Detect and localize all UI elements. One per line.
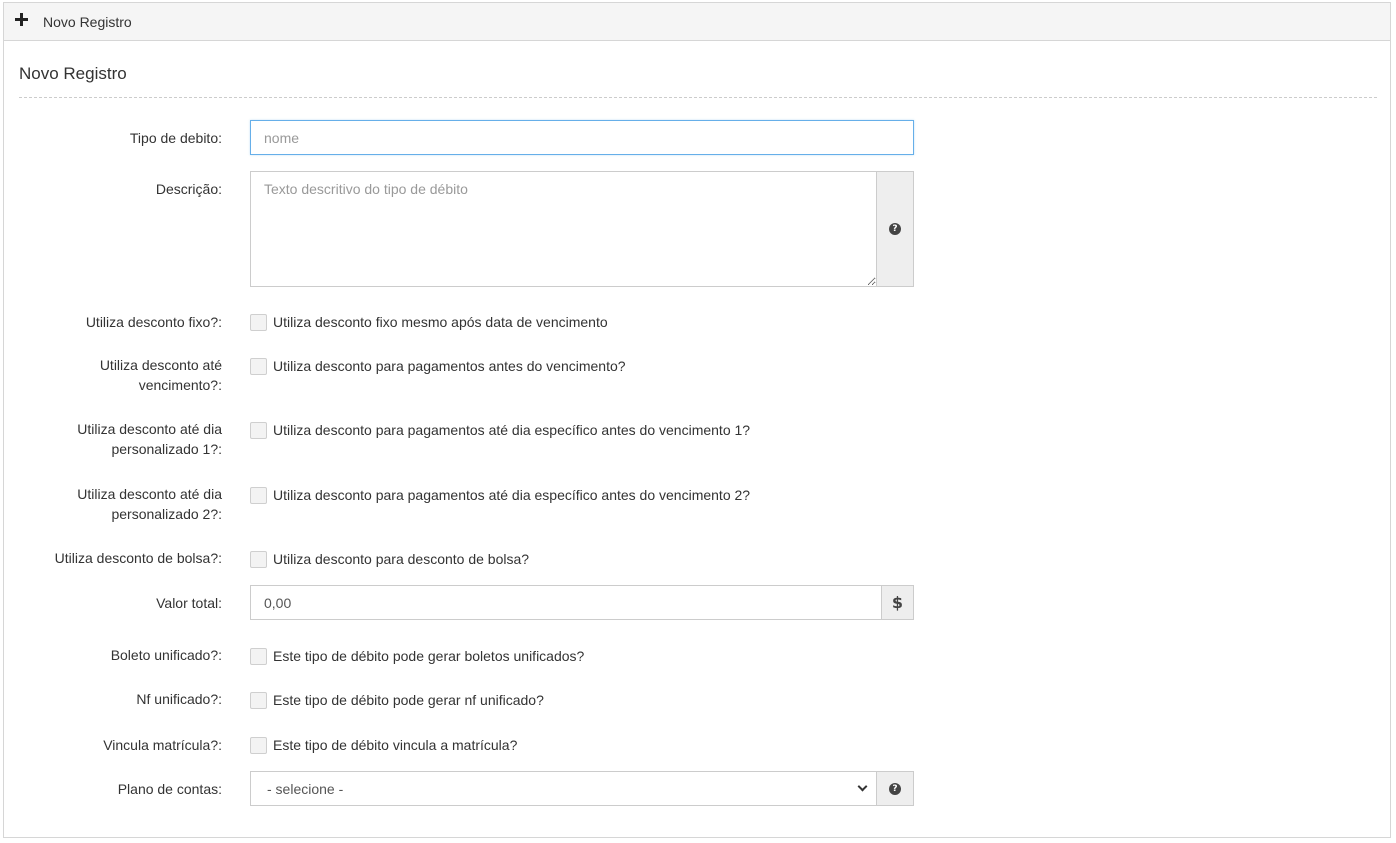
desconto-vencimento-label: Utiliza desconto até vencimento?: <box>12 355 222 395</box>
section-divider <box>19 97 1377 98</box>
nf-unificado-text[interactable]: Este tipo de débito pode gerar nf unific… <box>273 692 544 708</box>
plano-contas-label: Plano de contas: <box>117 781 222 797</box>
panel-header-title: Novo Registro <box>43 13 132 30</box>
boleto-unificado-checkbox[interactable] <box>250 647 267 665</box>
desconto-fixo-text[interactable]: Utiliza desconto fixo mesmo após data de… <box>273 314 608 330</box>
dollar-icon: $ <box>891 593 904 612</box>
desconto-dia2-label: Utiliza desconto até dia personalizado 2… <box>12 484 222 524</box>
help-icon[interactable]: ? <box>889 223 901 235</box>
desconto-dia1-label-line2: personalizado 1?: <box>111 441 222 457</box>
desconto-fixo-checkbox[interactable] <box>250 313 267 331</box>
desconto-dia1-label-line1: Utiliza desconto até dia <box>77 421 222 437</box>
tipo-debito-input[interactable] <box>250 120 914 155</box>
tipo-debito-label: Tipo de debito: <box>129 130 222 146</box>
desconto-dia2-checkbox[interactable] <box>250 486 267 504</box>
plano-contas-select[interactable]: - selecione - <box>250 771 877 806</box>
desconto-bolsa-text[interactable]: Utiliza desconto para desconto de bolsa? <box>273 551 529 567</box>
desconto-dia1-checkbox[interactable] <box>250 421 267 439</box>
panel-header[interactable]: Novo Registro <box>4 3 1390 41</box>
desconto-vencimento-label-line1: Utiliza desconto até <box>99 357 222 373</box>
plano-contas-group: - selecione - ? <box>250 771 914 806</box>
plus-icon[interactable] <box>15 13 29 27</box>
plano-contas-selected: - selecione - <box>267 780 344 797</box>
descricao-textarea[interactable] <box>250 171 877 287</box>
desconto-bolsa-checkbox[interactable] <box>250 550 267 568</box>
vincula-matricula-label: Vincula matrícula?: <box>103 737 222 753</box>
boleto-unificado-text[interactable]: Este tipo de débito pode gerar boletos u… <box>273 648 584 664</box>
desconto-vencimento-text[interactable]: Utiliza desconto para pagamentos antes d… <box>273 358 626 374</box>
section-title: Novo Registro <box>19 64 127 83</box>
valor-total-input[interactable] <box>250 585 882 620</box>
desconto-fixo-label: Utiliza desconto fixo?: <box>85 314 222 330</box>
desconto-dia1-text[interactable]: Utiliza desconto para pagamentos até dia… <box>273 422 750 438</box>
help-icon[interactable]: ? <box>889 782 901 795</box>
desconto-vencimento-label-line2: vencimento?: <box>138 377 222 393</box>
vincula-matricula-text[interactable]: Este tipo de débito vincula a matrícula? <box>273 737 517 753</box>
desconto-bolsa-label: Utiliza desconto de bolsa?: <box>54 550 222 566</box>
valor-total-group: $ <box>250 585 914 620</box>
desconto-dia2-label-line1: Utiliza desconto até dia <box>77 486 222 502</box>
chevron-down-icon[interactable] <box>857 781 868 792</box>
boleto-unificado-label: Boleto unificado?: <box>110 647 222 663</box>
descricao-help-addon[interactable]: ? <box>877 171 914 287</box>
nf-unificado-label: Nf unificado?: <box>136 691 222 707</box>
desconto-dia2-text[interactable]: Utiliza desconto para pagamentos até dia… <box>273 487 750 503</box>
desconto-dia1-label: Utiliza desconto até dia personalizado 1… <box>12 419 222 459</box>
descricao-group: ? <box>250 171 914 287</box>
descricao-label: Descrição: <box>155 181 222 197</box>
desconto-vencimento-checkbox[interactable] <box>250 357 267 375</box>
vincula-matricula-checkbox[interactable] <box>250 736 267 754</box>
desconto-dia2-label-line2: personalizado 2?: <box>111 506 222 522</box>
valor-total-label: Valor total: <box>156 595 222 611</box>
nf-unificado-checkbox[interactable] <box>250 691 267 709</box>
panel: Novo Registro Novo Registro Tipo de debi… <box>3 2 1391 838</box>
valor-total-addon: $ <box>882 585 914 620</box>
plano-contas-help-addon[interactable]: ? <box>877 771 914 806</box>
